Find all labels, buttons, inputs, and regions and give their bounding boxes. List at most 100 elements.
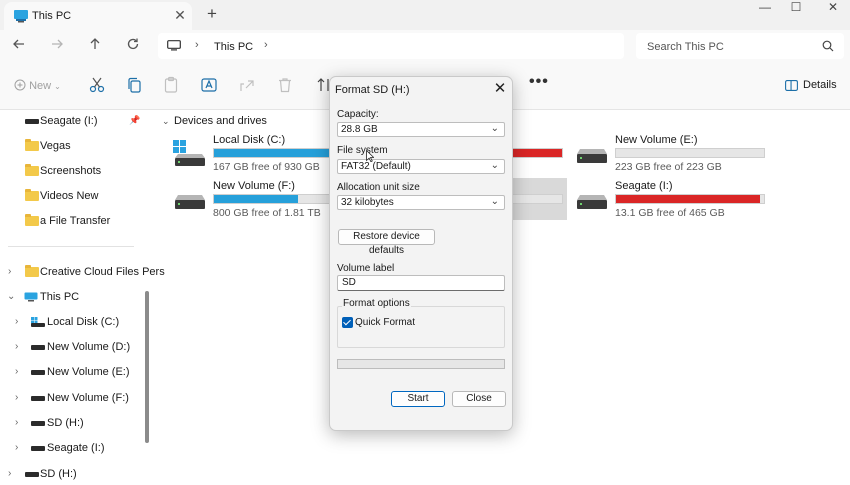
windows-drive-icon (31, 317, 45, 327)
drive-name: Seagate (I:) (615, 180, 673, 192)
sidebar-item-this-pc[interactable]: ⌄ This PC (0, 286, 145, 308)
close-window-button[interactable]: ✕ (818, 0, 848, 16)
drive-icon (31, 345, 45, 350)
sidebar-item-file-transfer[interactable]: a File Transfer (0, 210, 145, 232)
back-arrow-icon[interactable] (7, 36, 31, 56)
sidebar-item-label: New Volume (D:) (47, 341, 131, 353)
drive-icon (25, 119, 39, 124)
sidebar-item-label: Seagate (I:) (40, 115, 98, 127)
allocation-select[interactable]: 32 kilobytes ⌄ (337, 195, 505, 210)
format-progress-bar (337, 359, 505, 369)
chevron-right-icon[interactable]: › (15, 341, 18, 352)
mouse-cursor-icon (366, 150, 374, 162)
up-arrow-icon[interactable] (83, 36, 107, 56)
delete-icon[interactable] (276, 76, 294, 94)
drive-usage-fill (616, 195, 760, 203)
restore-defaults-button[interactable]: Restore device defaults (338, 229, 435, 256)
sidebar-item-local-disk-c[interactable]: › Local Disk (C:) (0, 311, 145, 333)
sidebar-item-sd-h[interactable]: › SD (H:) (0, 412, 145, 434)
paste-icon[interactable] (162, 76, 180, 94)
folder-icon (25, 214, 39, 226)
sidebar-item-videos-new[interactable]: Videos New (0, 185, 145, 207)
pin-icon[interactable]: 📌 (129, 115, 140, 126)
title-bar: This PC ✕ + — ☐ ✕ (0, 0, 850, 30)
drive-tile[interactable]: Seagate (I:) 13.1 GB free of 465 GB (575, 180, 775, 224)
sidebar-item-new-volume-d[interactable]: › New Volume (D:) (0, 336, 145, 358)
sidebar-item-label: New Volume (F:) (47, 392, 129, 404)
sidebar-item-label: Videos New (40, 190, 99, 202)
quick-format-checkbox[interactable] (342, 317, 353, 328)
capacity-select[interactable]: 28.8 GB ⌄ (337, 122, 505, 137)
sidebar-scrollbar[interactable] (145, 291, 149, 443)
drive-free-space: 13.1 GB free of 465 GB (615, 207, 725, 219)
dialog-title: Format SD (H:) (335, 84, 410, 96)
drive-icon (577, 195, 607, 209)
drive-name: New Volume (F:) (213, 180, 295, 192)
new-button[interactable]: New ⌄ (14, 79, 61, 92)
chevron-right-icon[interactable]: › (195, 39, 199, 51)
sidebar-item-new-volume-e[interactable]: › New Volume (E:) (0, 361, 145, 383)
chevron-down-icon[interactable]: ⌄ (162, 116, 170, 127)
start-button[interactable]: Start (391, 391, 445, 407)
sidebar-item-new-volume-f[interactable]: › New Volume (F:) (0, 387, 145, 409)
drive-icon (577, 149, 607, 163)
chevron-right-icon[interactable]: › (264, 39, 268, 51)
filesystem-select[interactable]: FAT32 (Default) ⌄ (337, 159, 505, 174)
folder-icon (25, 189, 39, 201)
drive-tile[interactable]: New Volume (E:) 223 GB free of 223 GB (575, 134, 775, 178)
sidebar-item-screenshots[interactable]: Screenshots (0, 160, 145, 182)
chevron-right-icon[interactable]: › (15, 392, 18, 403)
chevron-right-icon[interactable]: › (15, 417, 18, 428)
chevron-right-icon[interactable]: › (15, 366, 18, 377)
tab-this-pc[interactable]: This PC ✕ (4, 2, 192, 30)
sidebar-item-label: This PC (40, 291, 80, 303)
close-icon[interactable]: ✕ (492, 81, 508, 97)
quick-format-label[interactable]: Quick Format (355, 317, 415, 328)
drive-icon (25, 472, 39, 477)
chevron-right-icon[interactable]: › (8, 266, 11, 277)
divider (8, 246, 134, 247)
sidebar-item-creative-cloud[interactable]: › Creative Cloud Files Pers (0, 261, 165, 283)
search-input[interactable]: Search This PC (636, 33, 844, 59)
sidebar-item-label: Local Disk (C:) (47, 316, 120, 328)
cut-icon[interactable] (88, 76, 106, 94)
close-tab-icon[interactable]: ✕ (171, 6, 189, 24)
sidebar-item-seagate-i[interactable]: › Seagate (I:) (0, 437, 145, 459)
rename-icon[interactable] (200, 76, 218, 94)
chevron-right-icon[interactable]: › (15, 442, 18, 453)
sidebar-item-vegas[interactable]: Vegas (0, 135, 145, 157)
minimize-button[interactable]: — (750, 0, 780, 16)
sidebar-item-seagate-pinned[interactable]: Seagate (I:) 📌 (0, 110, 145, 132)
address-bar[interactable]: › This PC › (158, 33, 624, 59)
section-title: Devices and drives (174, 115, 267, 127)
drive-free-space: 167 GB free of 930 GB (213, 161, 320, 173)
forward-arrow-icon[interactable] (45, 36, 69, 56)
format-dialog: Format SD (H:) ✕ Capacity: 28.8 GB ⌄ Fil… (329, 76, 513, 431)
drive-icon (31, 421, 45, 426)
chevron-right-icon[interactable]: › (8, 468, 11, 479)
drive-icon (31, 370, 45, 375)
drive-usage-fill (214, 195, 299, 203)
sidebar-item-label: SD (H:) (40, 468, 77, 480)
refresh-icon[interactable] (121, 36, 145, 56)
new-tab-button[interactable]: + (202, 4, 222, 24)
share-icon[interactable] (238, 76, 256, 94)
drive-name: New Volume (E:) (615, 134, 698, 146)
copy-icon[interactable] (125, 76, 143, 94)
chevron-down-icon[interactable]: ⌄ (7, 291, 15, 302)
chevron-down-icon: ⌄ (490, 160, 499, 171)
breadcrumb[interactable]: This PC (214, 41, 253, 53)
volume-label-field[interactable]: SD (337, 275, 505, 291)
close-button[interactable]: Close (452, 391, 506, 407)
maximize-button[interactable]: ☐ (781, 0, 811, 16)
sidebar-item-sd-h-root[interactable]: › SD (H:) (0, 463, 145, 485)
more-options-icon[interactable]: ••• (529, 73, 549, 91)
volume-label-value: SD (342, 277, 356, 288)
sidebar-item-label: Vegas (40, 140, 71, 152)
allocation-label: Allocation unit size (337, 182, 420, 193)
volume-label-label: Volume label (337, 263, 395, 274)
details-button[interactable]: Details (803, 79, 837, 91)
search-icon (822, 40, 834, 52)
chevron-right-icon[interactable]: › (15, 316, 18, 327)
drive-usage-bar (615, 194, 765, 204)
